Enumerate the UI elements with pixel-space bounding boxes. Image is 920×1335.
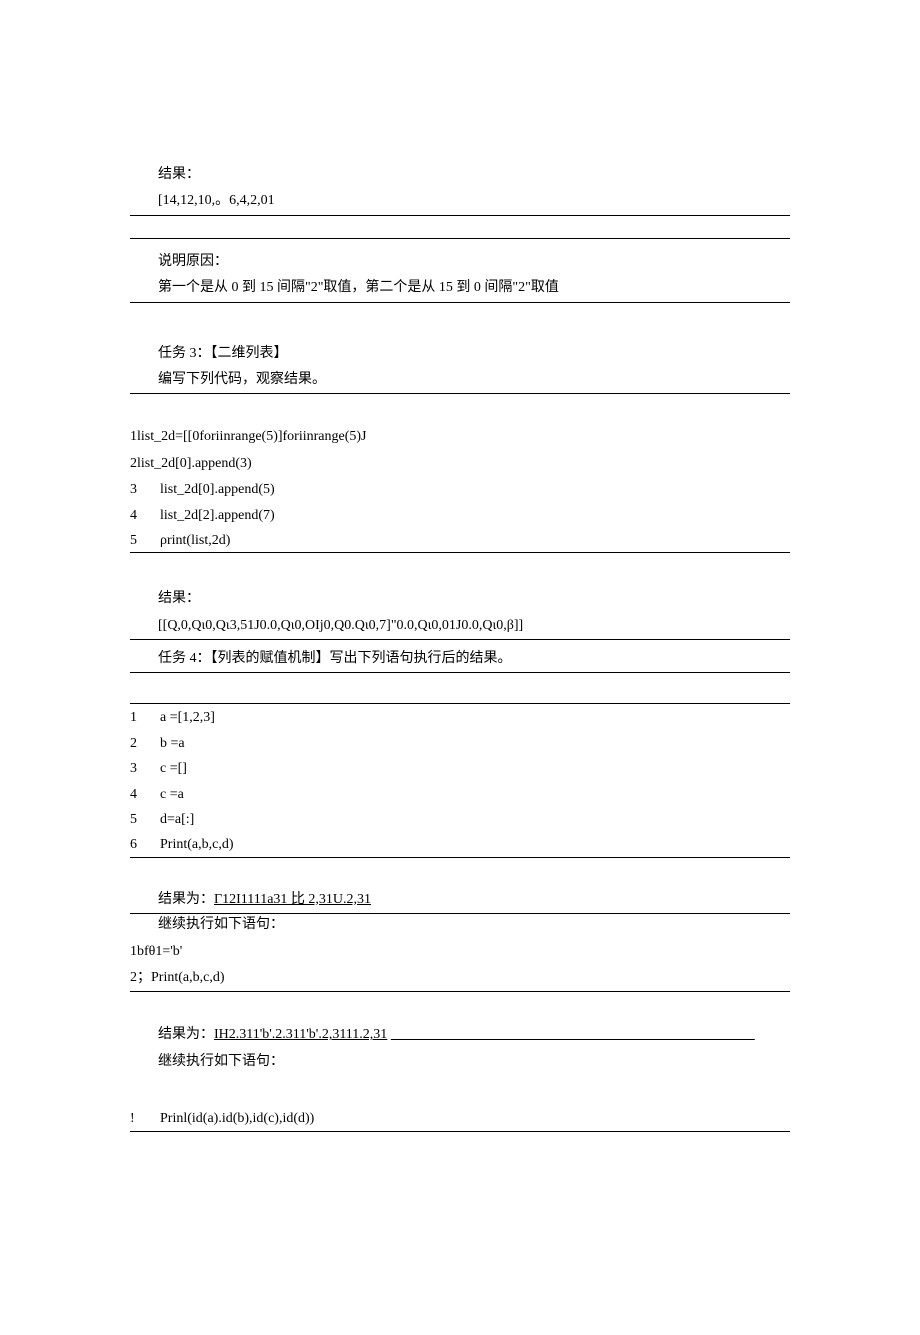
code-line-number: 2 <box>130 733 160 755</box>
code-line-text: a =[1,2,3] <box>160 707 790 729</box>
code-line-number: 3 <box>130 758 160 780</box>
task4-title: 任务 4：【列表的赋值机制】写出下列语句执行后的结果。 <box>130 648 790 673</box>
result4-value: IH2.311'b'.2.311'b'.2,3111.2,31 <box>214 1027 387 1042</box>
code2-line4: 4 c =a <box>130 784 790 806</box>
code2-line1: 1 a =[1,2,3] <box>130 707 790 729</box>
code-line-text: d=a[:] <box>160 809 790 831</box>
result4-prefix: 结果为： <box>158 1027 214 1042</box>
code-line-text: c =a <box>160 784 790 806</box>
code3-line2: 2；Print(a,b,c,d) <box>130 967 790 992</box>
code-line-text: c =[] <box>160 758 790 780</box>
result3-row: 结果为：Γ12I1111a31 比 2,31U.2,31 <box>130 889 790 914</box>
code-line-number: 4 <box>130 784 160 806</box>
rule <box>130 703 790 704</box>
code2-line5: 5 d=a[:] <box>130 809 790 831</box>
code4-line1: ! Prinl(id(a).id(b),id(c),id(d)) <box>130 1108 790 1131</box>
code2-line6: 6 Print(a,b,c,d) <box>130 834 790 857</box>
result1-label: 结果： <box>130 164 790 186</box>
blank-underline <box>130 216 790 239</box>
continue2: 继续执行如下语句： <box>130 1051 790 1073</box>
result4-blank <box>391 1027 755 1042</box>
continue1: 继续执行如下语句： <box>130 914 790 936</box>
result2-value: [[Q,0,Qι0,Qι3,51J0.0,Qι0,OIj0,Q0.Qι0,7]"… <box>130 615 790 640</box>
code-line-text: list_2d[2].append(7) <box>160 505 790 527</box>
result2-label: 结果： <box>130 588 790 610</box>
explain-value: 第一个是从 0 到 15 间隔"2"取值，第二个是从 15 到 0 间隔"2"取… <box>130 277 790 302</box>
result3-prefix: 结果为： <box>158 892 214 907</box>
code1-line3: 3 list_2d[0].append(5) <box>130 479 790 501</box>
document-page: 结果： [14,12,10,。6,4,2,01 说明原因： 第一个是从 0 到 … <box>0 0 920 1335</box>
code2-line2: 2 b =a <box>130 733 790 755</box>
code-line-number: 5 <box>130 530 160 552</box>
code3-line1: 1bfθ1='b' <box>130 941 790 963</box>
code-line-text: Print(a,b,c,d) <box>160 834 790 856</box>
code-line-text: ρrint(list,2d) <box>160 530 790 552</box>
code1-line2: 2list_2d[0].append(3) <box>130 453 790 475</box>
code-line-text: list_2d[0].append(5) <box>160 479 790 501</box>
code1-line1: 1list_2d=[[0foriinrange(5)]foriinrange(5… <box>130 426 790 448</box>
result1-value: [14,12,10,。6,4,2,01 <box>130 190 790 215</box>
task3-instruction: 编写下列代码，观察结果。 <box>130 369 790 394</box>
explain-label: 说明原因： <box>130 251 790 273</box>
code-line-number: 4 <box>130 505 160 527</box>
result4-row: 结果为：IH2.311'b'.2.311'b'.2,3111.2,31 <box>130 1024 790 1046</box>
code-line-number: 6 <box>130 834 160 856</box>
code-line-text: b =a <box>160 733 790 755</box>
code-line-number: 5 <box>130 809 160 831</box>
result3-value: Γ12I1111a31 比 2,31U.2,31 <box>214 892 371 907</box>
code-line-text: Prinl(id(a).id(b),id(c),id(d)) <box>160 1108 790 1130</box>
code2-line3: 3 c =[] <box>130 758 790 780</box>
code1-line5: 5 ρrint(list,2d) <box>130 530 790 553</box>
code-line-number: 1 <box>130 707 160 729</box>
code1-line4: 4 list_2d[2].append(7) <box>130 505 790 527</box>
task3-title: 任务 3：【二维列表】 <box>130 343 790 365</box>
code-line-number: 3 <box>130 479 160 501</box>
code-line-number: ! <box>130 1108 160 1130</box>
